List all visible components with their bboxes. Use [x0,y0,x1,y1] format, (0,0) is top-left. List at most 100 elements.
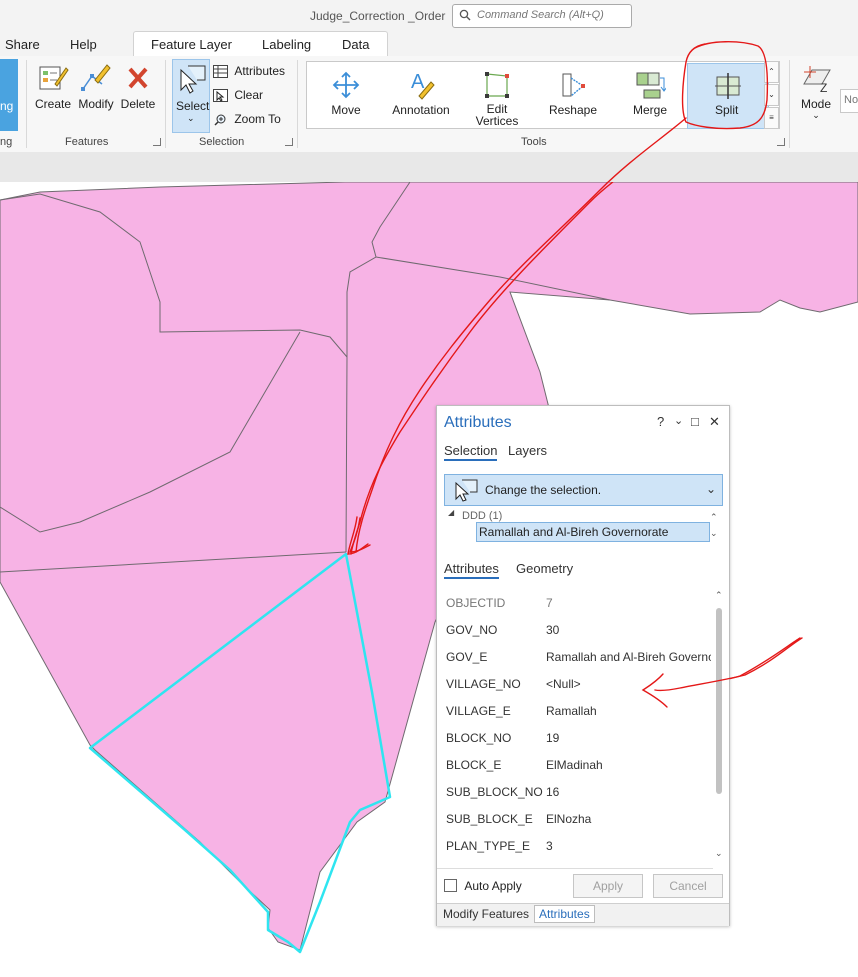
map-view-tab-strip [0,152,858,183]
reshape-button[interactable]: Reshape [545,70,601,117]
tree-layer-node[interactable]: DDD (1) [462,510,502,522]
attribute-grid-scrollbar[interactable]: ⌃ ⌄ [714,588,724,860]
attribute-row[interactable]: BLOCK_E ElMadinah [439,750,711,778]
tab-selection[interactable]: Selection [444,443,498,461]
zoom-to-button[interactable]: Zoom To [213,112,281,126]
clear-selection-icon [213,89,228,103]
change-selection-dropdown[interactable]: Change the selection. ⌄ [444,474,723,506]
maximize-icon[interactable]: □ [691,414,699,429]
clear-selection-button[interactable]: Clear [213,88,263,103]
features-group-label: Features [65,136,109,148]
attribute-field-value[interactable]: 30 [546,623,559,637]
attribute-field-value[interactable]: ElMadinah [546,758,603,772]
pane-options-chevron-icon[interactable]: ⌄ [674,414,683,427]
merge-button[interactable]: Merge [625,70,675,117]
attribute-row[interactable]: SUB_BLOCK_E ElNozha [439,804,711,832]
tree-scroll-down-icon[interactable]: ⌄ [710,528,718,539]
tools-launcher-icon[interactable] [777,138,785,146]
tree-selected-feature[interactable]: Ramallah and Al-Bireh Governorate [476,522,710,542]
auto-apply-checkbox[interactable]: Auto Apply [444,878,522,893]
select-button[interactable]: Select ⌄ [172,59,210,133]
scroll-up-icon[interactable]: ⌃ [715,590,723,601]
mode-value-field[interactable]: No [840,89,858,113]
selection-group-label: Selection [199,136,245,148]
ribbon-tabs: Share Help [0,32,858,56]
gallery-scroll-up[interactable]: ⌃ [764,61,779,83]
attribute-row[interactable]: OBJECTID 7 [439,588,711,616]
attribute-field-name: SUB_BLOCK_E [446,812,533,826]
move-button[interactable]: Move [321,70,371,117]
tab-data[interactable]: Data [342,37,369,52]
delete-button[interactable]: Delete [119,62,157,111]
mode-button[interactable]: Z Mode ⌄ [797,64,835,120]
attribute-row[interactable]: BLOCK_NO 19 [439,723,711,751]
tab-attributes[interactable]: Attributes [444,561,499,579]
attribute-field-name: OBJECTID [446,596,506,610]
zoom-to-button-label: Zoom To [234,112,281,126]
tab-attributes-pane[interactable]: Attributes [534,905,595,923]
tab-share[interactable]: Share [5,37,40,52]
tree-scroll-up-icon[interactable]: ⌃ [710,512,718,523]
attribute-field-value[interactable]: <Null> [546,677,581,691]
mode-button-label: Mode [800,97,832,111]
move-button-label: Move [331,103,361,117]
attribute-grid: OBJECTID 7 GOV_NO 30 GOV_E Ramallah and Al-Bi… [439,588,711,856]
tab-layers[interactable]: Layers [508,443,547,458]
tab-feature-layer[interactable]: Feature Layer [151,37,232,52]
create-button[interactable]: Create [35,62,71,111]
cancel-button[interactable]: Cancel [653,874,723,898]
collapse-triangle-icon[interactable]: ◢ [448,508,454,517]
attribute-field-value[interactable]: 3 [546,839,553,853]
auto-apply-label: Auto Apply [464,878,522,893]
tab-modify-features[interactable]: Modify Features [443,907,529,921]
annotation-button[interactable]: A Annotation [389,70,453,117]
command-search-input[interactable]: Command Search (Alt+Q) [452,4,632,28]
attribute-field-value[interactable]: ElNozha [546,812,591,826]
tab-labeling[interactable]: Labeling [262,37,311,52]
selection-launcher-icon[interactable] [285,138,293,146]
edit-vertices-label-line2: Vertices [475,114,519,128]
attribute-row[interactable]: PLAN_TYPE_E 3 [439,831,711,856]
attribute-row[interactable]: SUB_BLOCK_NO 16 [439,777,711,805]
annotation-icon: A [411,71,435,100]
mode-value-text: No [844,94,858,106]
checkbox-box[interactable] [444,879,457,893]
help-button[interactable]: ? [657,414,664,429]
attribute-field-value[interactable]: 7 [546,596,553,610]
create-button-label: Create [35,97,72,111]
attribute-field-name: GOV_E [446,650,488,664]
split-button[interactable]: Split [687,63,769,129]
reshape-icon [562,73,585,97]
attribute-row[interactable]: VILLAGE_E Ramallah [439,696,711,724]
divider [297,60,298,148]
attributes-button[interactable]: Attributes [213,64,285,79]
scroll-down-icon[interactable]: ⌄ [715,848,723,859]
attribute-row[interactable]: GOV_E Ramallah and Al-Bireh Governo [439,642,711,670]
attribute-field-value[interactable]: Ramallah [546,704,597,718]
attribute-field-value[interactable]: 16 [546,785,559,799]
grid-clipped-row [437,858,713,869]
attribute-field-value[interactable]: Ramallah and Al-Bireh Governo [546,650,711,664]
attribute-field-name: PLAN_TYPE_E [446,839,531,853]
attribute-row[interactable]: VILLAGE_NO <Null> [439,669,711,697]
select-arrow-icon [455,479,478,502]
attribute-field-name: BLOCK_NO [446,731,512,745]
attribute-field-value[interactable]: 19 [546,731,559,745]
gallery-expand[interactable]: ≡ [764,107,779,129]
apply-button[interactable]: Apply [573,874,643,898]
modify-button[interactable]: Modify [76,62,116,111]
scrollbar-thumb[interactable] [716,608,722,794]
tab-help[interactable]: Help [70,37,97,52]
close-icon[interactable]: ✕ [709,414,720,430]
select-arrow-icon [180,65,206,94]
split-button-label: Split [715,103,739,117]
merge-button-label: Merge [632,103,667,117]
edit-vertices-button[interactable]: Edit Vertices [469,70,525,127]
edit-vertices-icon [485,72,509,98]
gallery-scroll-down[interactable]: ⌄ [764,84,779,106]
pane-title: Attributes [444,414,512,431]
tab-geometry[interactable]: Geometry [516,561,573,576]
attribute-row[interactable]: GOV_NO 30 [439,615,711,643]
cut-off-button[interactable]: ng [0,59,18,131]
features-launcher-icon[interactable] [153,138,161,146]
